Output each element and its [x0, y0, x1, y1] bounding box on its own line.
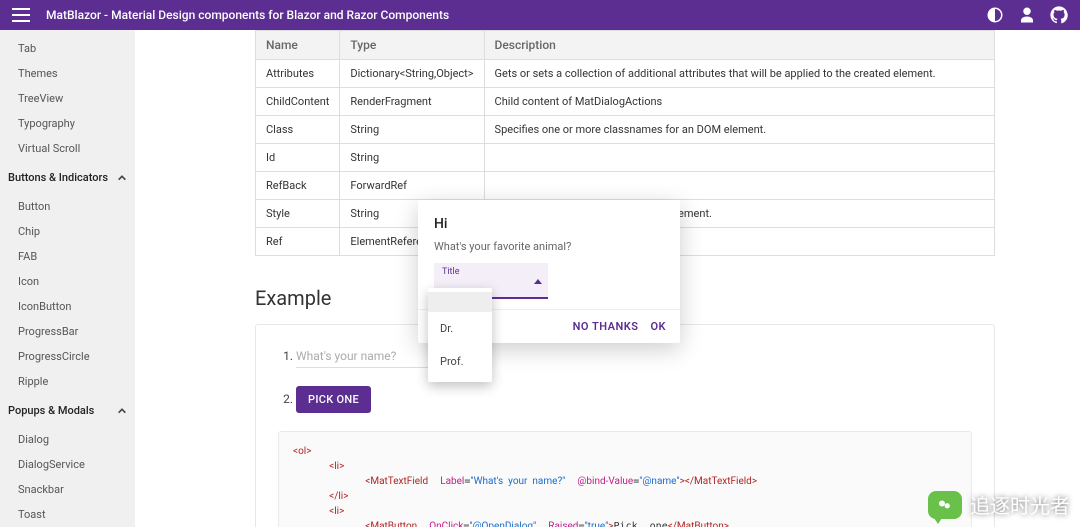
no-thanks-button[interactable]: NO THANKS [573, 320, 639, 333]
sidebar-item[interactable]: Typography [0, 111, 135, 136]
sidebar-header-popups[interactable]: Popups & Modals [0, 394, 135, 427]
sidebar-item[interactable]: TreeView [0, 86, 135, 111]
table-row: AttributesDictionary<String,Object>Gets … [256, 60, 995, 88]
sidebar-item[interactable]: ProgressBar [0, 319, 135, 344]
sidebar-item[interactable]: IconButton [0, 294, 135, 319]
table-row: IdString [256, 144, 995, 172]
sidebar-item[interactable]: Virtual Scroll [0, 136, 135, 161]
sidebar-item[interactable]: Ripple [0, 369, 135, 394]
menu-item-prof[interactable]: Prof. [428, 345, 492, 378]
select-label: Title [442, 267, 459, 277]
example-card: PICK ONE <ol> <li> <MatTextField Label="… [255, 324, 995, 527]
github-icon[interactable] [1050, 6, 1068, 24]
table-row: RefBackForwardRef [256, 172, 995, 200]
sidebar-item[interactable]: Button [0, 194, 135, 219]
select-menu: Dr. Prof. [428, 288, 492, 382]
pick-one-button[interactable]: PICK ONE [296, 386, 371, 413]
sidebar-item[interactable]: Toast [0, 502, 135, 527]
table-row: ChildContentRenderFragmentChild content … [256, 88, 995, 116]
sidebar-item[interactable]: FAB [0, 244, 135, 269]
sidebar-item[interactable]: Dialog [0, 427, 135, 452]
sidebar-item[interactable]: Chip [0, 219, 135, 244]
sidebar-item[interactable]: DialogService [0, 452, 135, 477]
contrast-icon[interactable] [986, 6, 1004, 24]
sidebar-item[interactable]: Icon [0, 269, 135, 294]
chevron-up-icon [534, 279, 542, 284]
account-icon[interactable] [1018, 6, 1036, 24]
sidebar: TabThemesTreeViewTypographyVirtual Scrol… [0, 30, 135, 527]
sidebar-item[interactable]: Tab [0, 36, 135, 61]
sidebar-item[interactable]: Snackbar [0, 477, 135, 502]
wechat-icon [928, 491, 962, 519]
app-title: MatBlazor - Material Design components f… [46, 8, 449, 22]
menu-toggle[interactable] [12, 8, 30, 22]
dialog-title: Hi [434, 216, 664, 232]
sidebar-item[interactable]: Themes [0, 61, 135, 86]
code-block: <ol> <li> <MatTextField Label="What's yo… [278, 431, 972, 527]
menu-item-empty[interactable] [428, 292, 492, 312]
dialog-question: What's your favorite animal? [434, 240, 664, 253]
menu-item-dr[interactable]: Dr. [428, 312, 492, 345]
sidebar-header-buttons[interactable]: Buttons & Indicators [0, 161, 135, 194]
watermark: 追逐时光者 [928, 490, 1070, 519]
ok-button[interactable]: OK [650, 320, 666, 333]
table-row: ClassStringSpecifies one or more classna… [256, 116, 995, 144]
sidebar-item[interactable]: ProgressCircle [0, 344, 135, 369]
